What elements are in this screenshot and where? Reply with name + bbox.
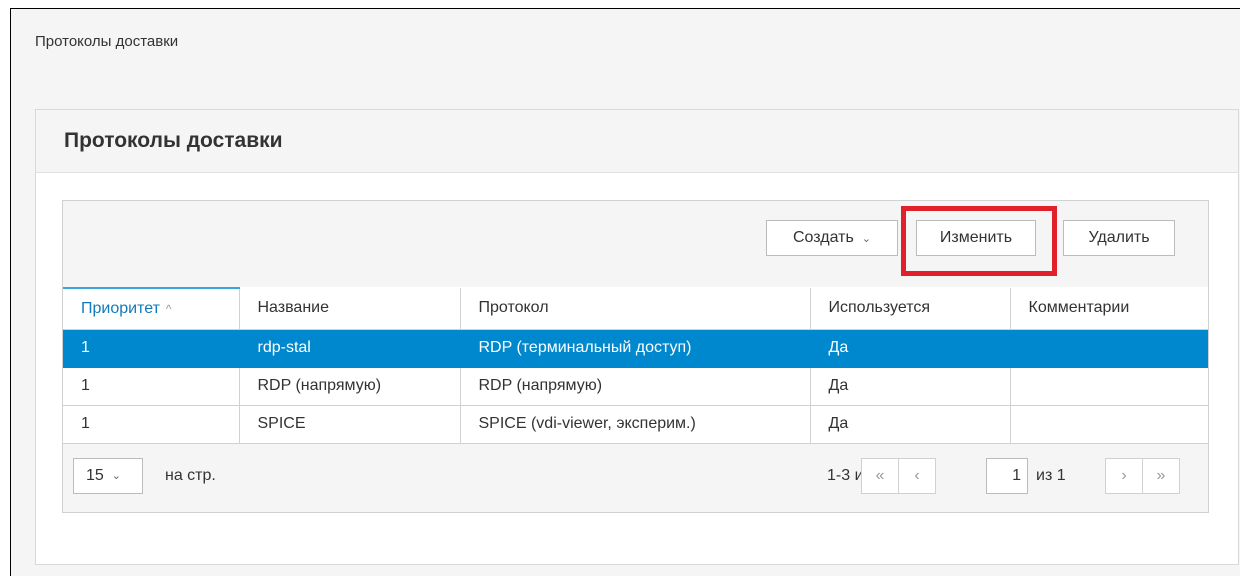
prev-page-button[interactable]: ‹: [898, 457, 936, 494]
breadcrumb: Протоколы доставки: [35, 33, 179, 50]
panel-title: Протоколы доставки: [64, 129, 283, 152]
delete-button[interactable]: Удалить: [1063, 220, 1175, 256]
per-page-label: на стр.: [165, 466, 216, 484]
edit-button[interactable]: Изменить: [916, 220, 1036, 256]
first-page-button[interactable]: «: [861, 457, 899, 494]
pagination-bar: 15 ⌄ на стр. 1-3 из 3 « ‹ из 1 › »: [63, 443, 1208, 512]
cell-protocol: SPICE (vdi-viewer, эксперим.): [460, 405, 811, 444]
cell-priority: 1: [63, 367, 240, 406]
table-row[interactable]: 1 SPICE SPICE (vdi-viewer, эксперим.) Да: [63, 405, 1208, 444]
next-page-button[interactable]: ›: [1105, 457, 1143, 494]
column-header-comments[interactable]: Комментарии: [1010, 288, 1208, 330]
cell-name: rdp-stal: [239, 329, 461, 368]
table-row[interactable]: 1 RDP (напрямую) RDP (напрямую) Да: [63, 367, 1208, 406]
column-header-protocol[interactable]: Протокол: [460, 288, 811, 330]
column-header-priority[interactable]: Приоритет ^: [63, 287, 240, 330]
column-header-used[interactable]: Используется: [810, 288, 1011, 330]
table-row[interactable]: 1 rdp-stal RDP (терминальный доступ) Да: [63, 329, 1208, 368]
sort-ascending-icon: ^: [165, 301, 172, 316]
protocols-table: Приоритет ^ Название Протокол Используетс…: [63, 287, 1208, 444]
chevron-left-icon: ‹: [914, 466, 920, 484]
cell-priority: 1: [63, 329, 240, 368]
cell-comment: [1010, 367, 1208, 406]
protocols-grid: Создать ⌄ Изменить Удалить Приоритет ^ Н…: [62, 200, 1209, 513]
total-pages-label: из 1: [1036, 466, 1066, 484]
cell-priority: 1: [63, 405, 240, 444]
chevron-down-icon: ⌄: [861, 232, 872, 245]
cell-used: Да: [810, 405, 1011, 444]
create-button-label: Создать: [792, 229, 854, 246]
cell-comment: [1010, 405, 1208, 444]
current-page-input[interactable]: [986, 457, 1028, 494]
cell-name: SPICE: [239, 405, 461, 444]
page-frame: Протоколы доставки Протоколы доставки Со…: [10, 8, 1240, 576]
table-header-row: Приоритет ^ Название Протокол Используетс…: [63, 287, 1208, 330]
delete-button-label: Удалить: [1088, 229, 1150, 246]
cell-protocol: RDP (напрямую): [460, 367, 811, 406]
chevron-down-icon: ⌄: [111, 470, 122, 482]
cell-protocol: RDP (терминальный доступ): [460, 329, 811, 368]
create-button[interactable]: Создать ⌄: [766, 220, 898, 256]
per-page-value: 15: [86, 466, 104, 484]
chevron-right-icon: ›: [1121, 466, 1127, 484]
cell-used: Да: [810, 367, 1011, 406]
double-chevron-left-icon: «: [875, 466, 885, 484]
double-chevron-right-icon: »: [1156, 466, 1166, 484]
delivery-protocols-panel: Протоколы доставки Создать ⌄ Изменить Уд…: [35, 109, 1239, 565]
cell-name: RDP (напрямую): [239, 367, 461, 406]
last-page-button[interactable]: »: [1142, 457, 1180, 494]
edit-button-label: Изменить: [939, 229, 1013, 246]
panel-header: Протоколы доставки: [36, 110, 1238, 173]
column-header-name[interactable]: Название: [239, 288, 461, 330]
grid-toolbar: Создать ⌄ Изменить Удалить: [63, 201, 1208, 287]
cell-comment: [1010, 329, 1208, 368]
cell-used: Да: [810, 329, 1011, 368]
per-page-select[interactable]: 15 ⌄: [73, 457, 143, 494]
